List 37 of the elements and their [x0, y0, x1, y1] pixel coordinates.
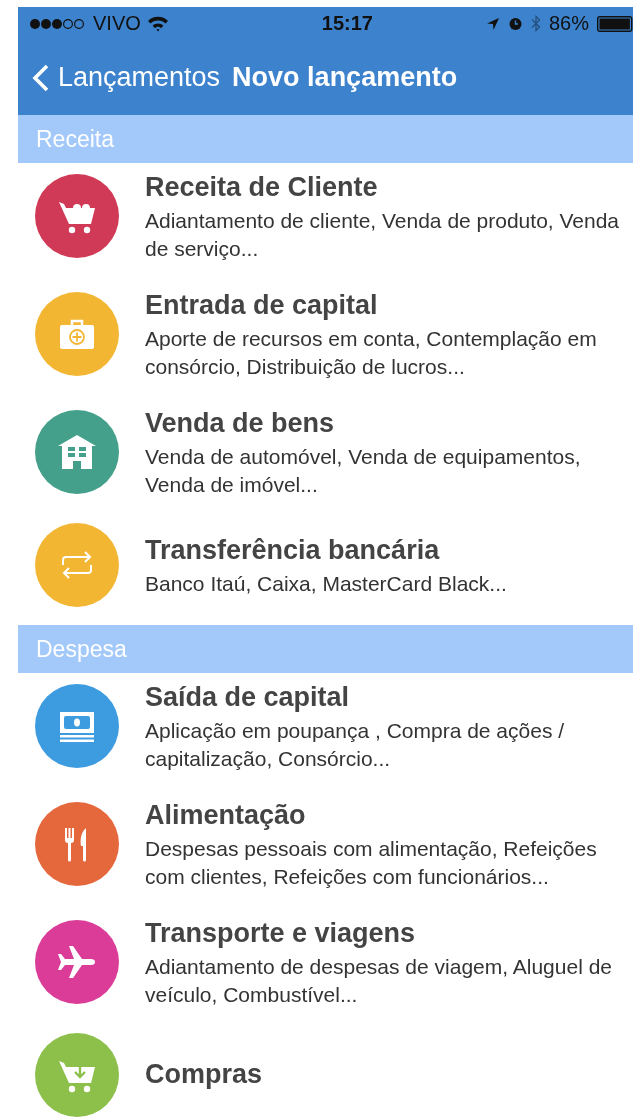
category-description: Adiantamento de cliente, Venda de produto, Venda de serviço... — [145, 208, 621, 262]
category-title: Alimentação — [145, 799, 307, 832]
clock-time: 15:17 — [321, 12, 373, 35]
category-title: Transferência bancária — [145, 534, 441, 567]
category-item[interactable]: Alimentação Despesas pessoais com alimentação, Refeições com clientes, Refeições com funcionários... — [18, 791, 633, 909]
battery-percent: 86% — [548, 12, 589, 35]
category-item[interactable]: Entrada de capital Aporte de recursos em conta, Contemplação em consórcio, Distribuição de lucros... — [18, 281, 633, 399]
alarm-clock-icon — [507, 16, 523, 31]
category-title: Compras — [145, 1058, 263, 1091]
battery-icon — [597, 15, 633, 32]
category-item[interactable]: Transporte e viagens Adiantamento de despesas de viagem, Aluguel de veículo, Combustível... — [18, 909, 633, 1027]
category-description: Aporte de recursos em conta, Contemplação em consórcio, Distribuição de lucros... — [145, 326, 598, 380]
category-title: Transporte e viagens — [145, 917, 417, 950]
screen-title: Novo lançamento — [232, 62, 458, 93]
category-title: Venda de bens — [145, 407, 336, 440]
section-header: Receita — [18, 115, 633, 163]
back-chevron-icon — [32, 63, 50, 92]
back-button[interactable]: Lançamentos — [32, 62, 221, 93]
category-item[interactable]: Receita de Cliente Adiantamento de cliente, Venda de produto, Venda de serviço... — [18, 163, 633, 281]
category-title: Entrada de capital — [145, 289, 379, 322]
section-header: Despesa — [18, 625, 633, 673]
location-arrow-icon — [485, 16, 500, 31]
category-title: Receita de Cliente — [145, 171, 379, 204]
category-item[interactable]: Venda de bens Venda de automóvel, Venda de equipamentos, Venda de imóvel... — [18, 399, 633, 517]
category-item[interactable]: Transferência bancária Banco Itaú, Caixa, MasterCard Black... — [18, 517, 633, 625]
category-description: Despesas pessoais com alimentação, Refeições com clientes, Refeições com funcionários... — [145, 836, 598, 890]
bluetooth-icon — [530, 15, 541, 32]
category-description: Venda de automóvel, Venda de equipamentos, Venda de imóvel... — [145, 444, 582, 498]
category-description: Aplicação em poupança , Compra de ações / capitalização, Consórcio... — [145, 718, 566, 772]
category-title: Saída de capital — [145, 681, 351, 714]
category-item[interactable]: Compras — [18, 1027, 633, 1120]
category-description: Adiantamento de despesas de viagem, Aluguel de veículo, Combustível... — [145, 954, 613, 1008]
wifi-icon — [146, 15, 169, 32]
signal-icon — [29, 17, 87, 30]
category-description: Banco Itaú, Caixa, MasterCard Black... — [145, 571, 507, 597]
category-item[interactable]: Saída de capital Aplicação em poupança , Compra de ações / capitalização, Consórcio... — [18, 673, 633, 791]
carrier-name: VIVO — [93, 12, 141, 35]
